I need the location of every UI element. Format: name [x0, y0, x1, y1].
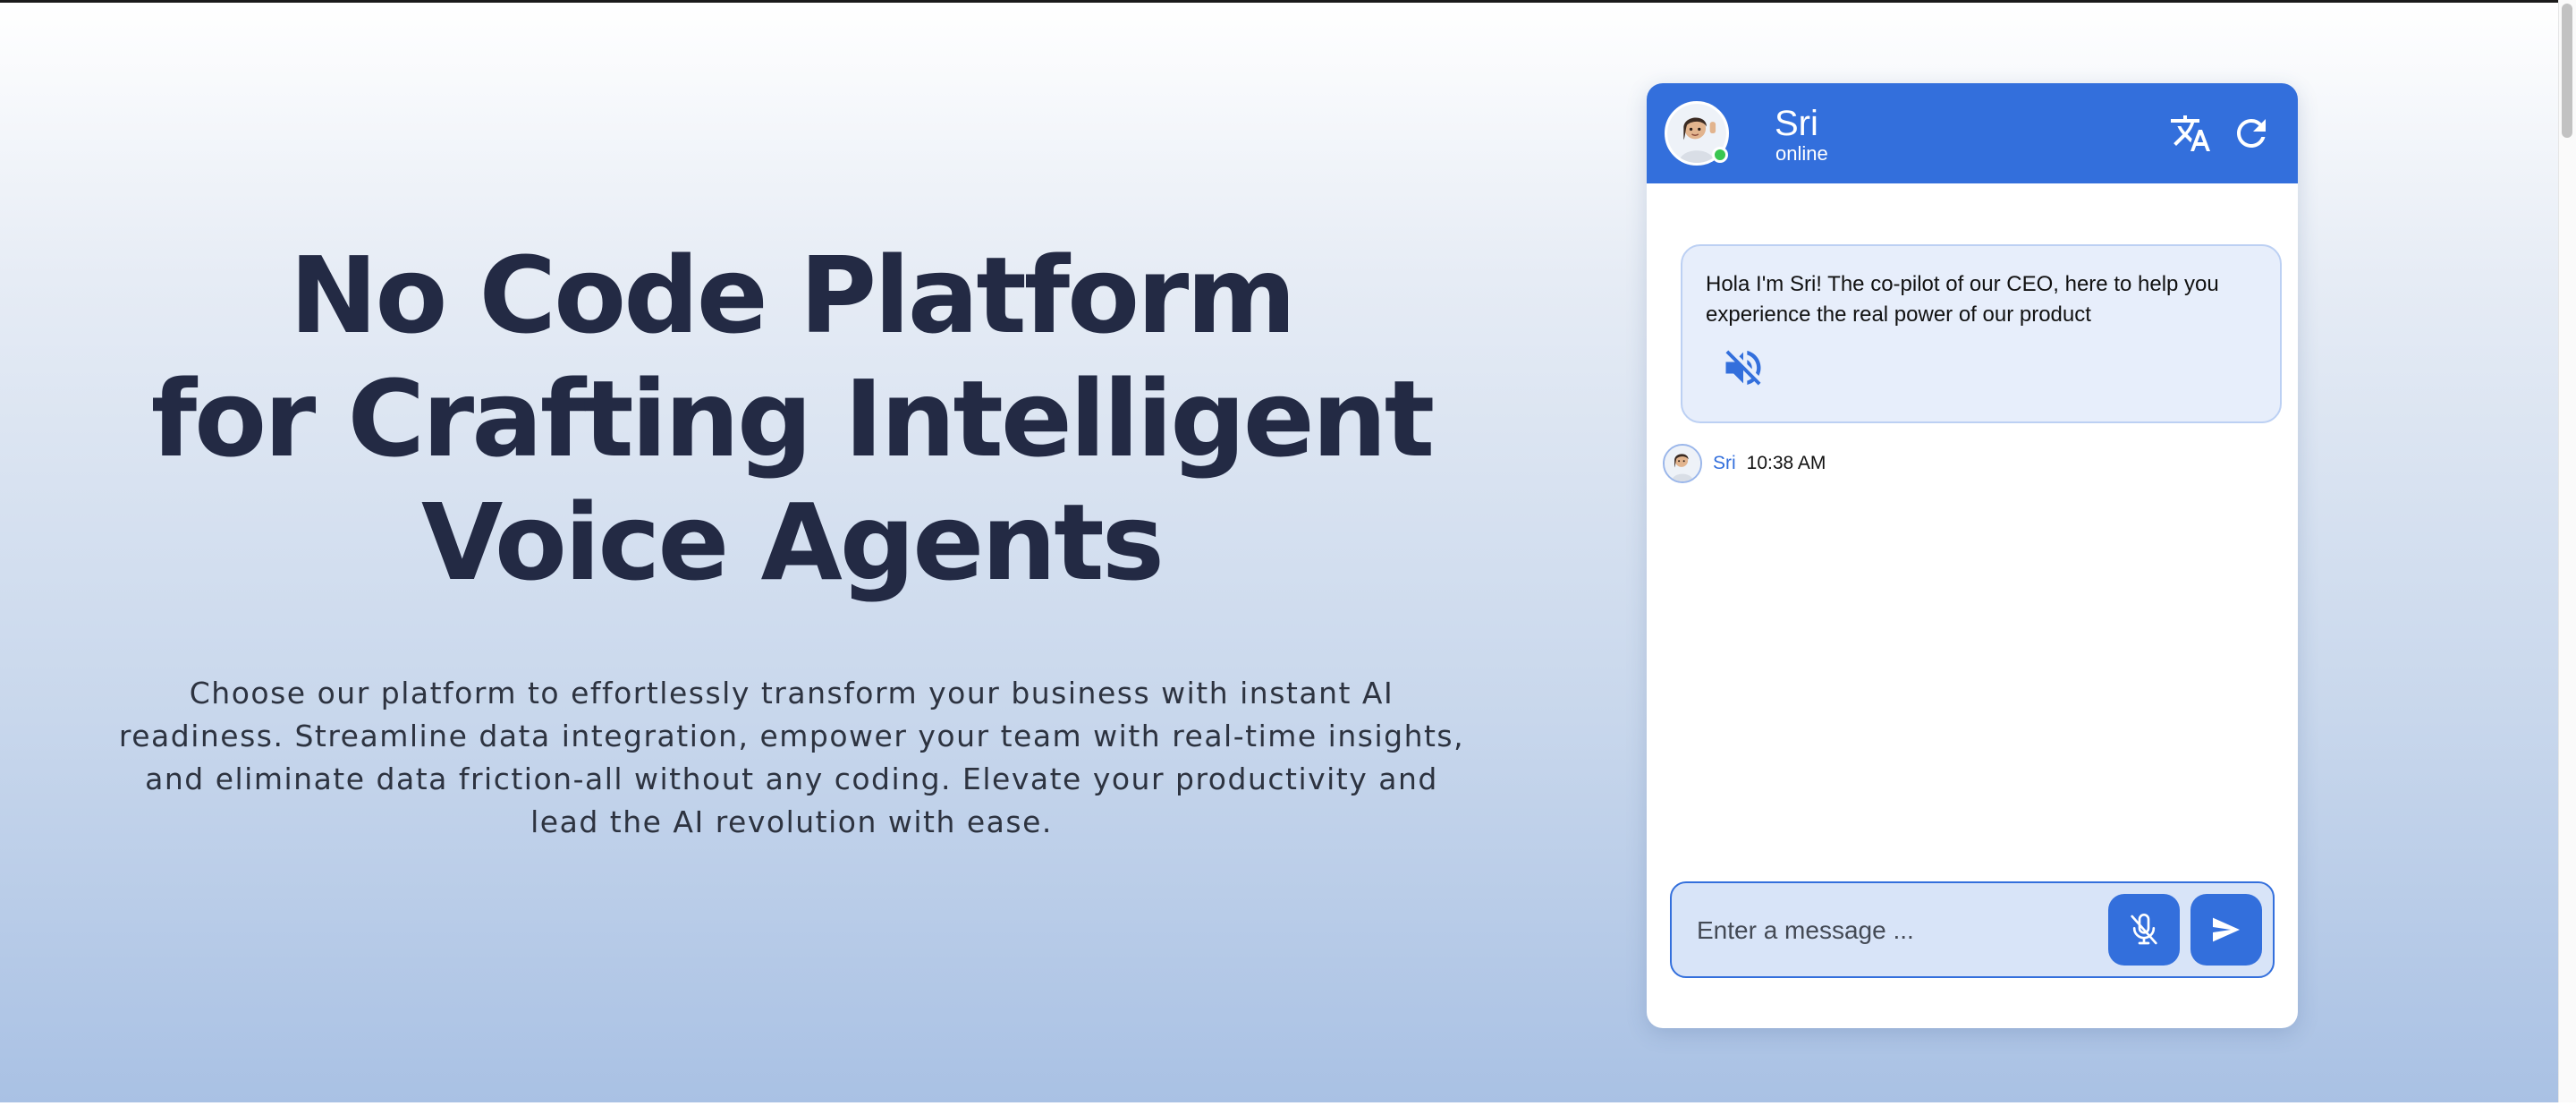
sender-avatar-illustration: [1665, 446, 1700, 481]
message-composer: [1670, 881, 2275, 978]
agent-name: Sri: [1775, 104, 1818, 143]
mic-button[interactable]: [2108, 894, 2180, 966]
translate-icon: [2171, 115, 2210, 151]
volume-mute-icon: [1725, 350, 1761, 386]
sender-name: Sri: [1713, 453, 1736, 473]
scrollbar-thumb[interactable]: [2562, 4, 2572, 138]
headline-line-2: for Crafting Intelligent: [150, 357, 1435, 481]
sender-avatar-icon: [1663, 444, 1702, 483]
send-button[interactable]: [2190, 894, 2262, 966]
page-scrollbar[interactable]: [2558, 0, 2576, 1102]
refresh-icon: [2237, 119, 2266, 148]
agent-avatar-icon: [1665, 101, 1729, 166]
message-meta: Sri 10:38 AM: [1663, 443, 1826, 484]
hero-headline: No Code Platform for Crafting Intelligen…: [89, 234, 1494, 604]
volume-mute-button[interactable]: [1720, 345, 1767, 391]
chat-widget: Sri online Hola I'm Sri! The co-pilot of…: [1647, 83, 2298, 1028]
message-input[interactable]: [1697, 906, 2099, 955]
headline-line-3: Voice Agents: [421, 481, 1165, 604]
hero-section: No Code Platform for Crafting Intelligen…: [0, 3, 2576, 1102]
send-icon: [2213, 917, 2240, 942]
refresh-button[interactable]: [2228, 110, 2275, 157]
translate-button[interactable]: [2167, 110, 2214, 157]
chat-message-text: Hola I'm Sri! The co-pilot of our CEO, h…: [1706, 272, 2219, 327]
mic-off-icon: [2131, 914, 2157, 945]
headline-line-1: No Code Platform: [289, 234, 1297, 357]
chat-message-bubble: Hola I'm Sri! The co-pilot of our CEO, h…: [1681, 244, 2282, 423]
message-time: 10:38 AM: [1746, 453, 1826, 473]
chat-header: Sri online: [1647, 83, 2298, 183]
hero-description: Choose our platform to effortlessly tran…: [118, 676, 1465, 839]
online-status-dot: [1712, 147, 1728, 163]
agent-status: online: [1775, 142, 1828, 165]
